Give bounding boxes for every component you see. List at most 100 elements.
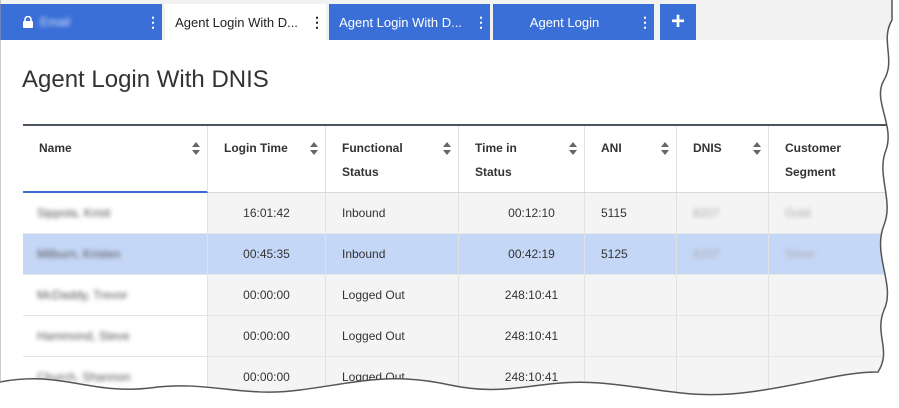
column-label: ANI [601,141,622,155]
page-title: Agent Login With DNIS [22,66,269,93]
more-options-icon[interactable]: ⋮ [308,14,326,31]
name-value: Church, Shannon [37,370,131,384]
status-value: Logged Out [342,329,405,343]
more-options-icon[interactable]: ⋮ [472,14,490,31]
cell-login-time: 16:01:42 [208,193,326,233]
column-label: Login Time [224,141,288,155]
lock-icon [23,16,33,28]
tab-agent-login-with-dnis-2[interactable]: Agent Login With D... ⋮ [329,4,490,40]
cell-segment [769,357,892,397]
cell-segment: Gold [769,193,892,233]
add-tab-button[interactable]: + [660,4,696,40]
status-value: Logged Out [342,288,405,302]
table-row[interactable]: McDaddy, Trevor 00:00:00 Logged Out 248:10:… [23,275,892,316]
login-time-value: 00:00:00 [243,329,290,343]
cell-name: McDaddy, Trevor [23,275,208,315]
table-row[interactable]: Church, Shannon 00:00:00 Logged Out 248:10:… [23,357,892,398]
column-label: Name [39,141,72,155]
cell-dnis: 8207 [677,193,769,233]
cell-status: Logged Out [326,275,459,315]
column-header-dnis[interactable]: DNIS [677,126,769,192]
cell-segment [769,275,892,315]
sort-icon[interactable] [192,142,200,156]
segment-value: Gold [785,206,811,220]
cell-ani: 5115 [585,193,677,233]
name-value: Hammond, Steve [37,329,130,343]
table-row[interactable]: Milburn, Kristen 00:45:35 Inbound 00:42:19 5… [23,234,892,275]
table-row[interactable]: Sippola, Kristi 16:01:42 Inbound 00:12:10 51… [23,193,892,234]
more-options-icon[interactable]: ⋮ [636,14,654,31]
login-time-value: 00:45:35 [243,247,290,261]
name-value: McDaddy, Trevor [37,288,128,302]
column-header-time-in-status[interactable]: Time in Status [459,126,585,192]
cell-status: Logged Out [326,316,459,356]
cell-time-in-status: 00:42:19 [459,234,585,274]
tab-agent-login-with-dnis[interactable]: Agent Login With D... ⋮ [165,4,326,40]
cell-name: Church, Shannon [23,357,208,397]
cell-ani: 5125 [585,234,677,274]
time-in-status-value: 248:10:41 [504,370,559,384]
dnis-value: 8207 [693,247,720,261]
cell-name: Sippola, Kristi [23,193,208,233]
cell-login-time: 00:00:00 [208,357,326,397]
cell-status: Logged Out [326,357,459,397]
cell-login-time: 00:00:00 [208,316,326,356]
column-header-ani[interactable]: ANI [585,126,677,192]
dnis-value: 8207 [693,206,720,220]
sort-icon[interactable] [310,142,318,156]
tab-label: Agent Login [529,14,600,30]
table-header: Name Login Time Functional Status Time i… [23,126,892,193]
cell-time-in-status: 248:10:41 [459,316,585,356]
sort-icon[interactable] [753,142,761,156]
cell-name: Milburn, Kristen [23,234,208,274]
column-header-functional-status[interactable]: Functional Status [326,126,459,192]
tab-label: Agent Login With D... [339,14,462,30]
tab-label: Agent Login With D... [175,14,298,30]
cell-ani [585,357,677,397]
status-value: Inbound [342,247,386,261]
status-value: Inbound [342,206,386,220]
login-time-value: 00:00:00 [243,370,290,384]
column-label: Time in Status [475,141,517,179]
column-label: DNIS [693,141,722,155]
cell-status: Inbound [326,193,459,233]
column-header-customer-segment[interactable]: Customer Segment [769,126,892,192]
column-label: Customer Segment [785,141,842,179]
more-options-icon[interactable]: ⋮ [144,14,162,31]
cell-dnis [677,357,769,397]
cell-login-time: 00:00:00 [208,275,326,315]
tab-email[interactable]: Email ⋮ [0,4,162,40]
ani-value: 5115 [601,206,627,220]
sort-icon[interactable] [443,142,451,156]
cell-name: Hammond, Steve [23,316,208,356]
cell-dnis [677,275,769,315]
sort-icon[interactable] [569,142,577,156]
tab-label: Email [40,15,71,29]
time-in-status-value: 248:10:41 [504,329,559,343]
cell-login-time: 00:45:35 [208,234,326,274]
column-header-login-time[interactable]: Login Time [208,126,326,192]
cell-dnis [677,316,769,356]
cell-time-in-status: 248:10:41 [459,275,585,315]
column-header-name[interactable]: Name [23,126,208,193]
report-window: Email ⋮ Agent Login With D... ⋮ Agent Lo… [0,0,892,398]
cell-ani [585,275,677,315]
time-in-status-value: 00:42:19 [508,247,555,261]
status-value: Logged Out [342,370,405,384]
cell-time-in-status: 248:10:41 [459,357,585,397]
ani-value: 5125 [601,247,628,261]
sort-icon[interactable] [661,142,669,156]
cell-dnis: 8207 [677,234,769,274]
cell-status: Inbound [326,234,459,274]
cell-time-in-status: 00:12:10 [459,193,585,233]
name-value: Sippola, Kristi [37,206,111,220]
login-time-value: 00:00:00 [243,288,290,302]
login-time-value: 16:01:42 [243,206,290,220]
table-row[interactable]: Hammond, Steve 00:00:00 Logged Out 248:10:4… [23,316,892,357]
cell-segment: Silver [769,234,892,274]
name-value: Milburn, Kristen [37,247,121,261]
tab-bar: Email ⋮ Agent Login With D... ⋮ Agent Lo… [0,0,892,40]
time-in-status-value: 00:12:10 [508,206,555,220]
tab-agent-login[interactable]: Agent Login ⋮ [493,4,654,40]
time-in-status-value: 248:10:41 [504,288,559,302]
